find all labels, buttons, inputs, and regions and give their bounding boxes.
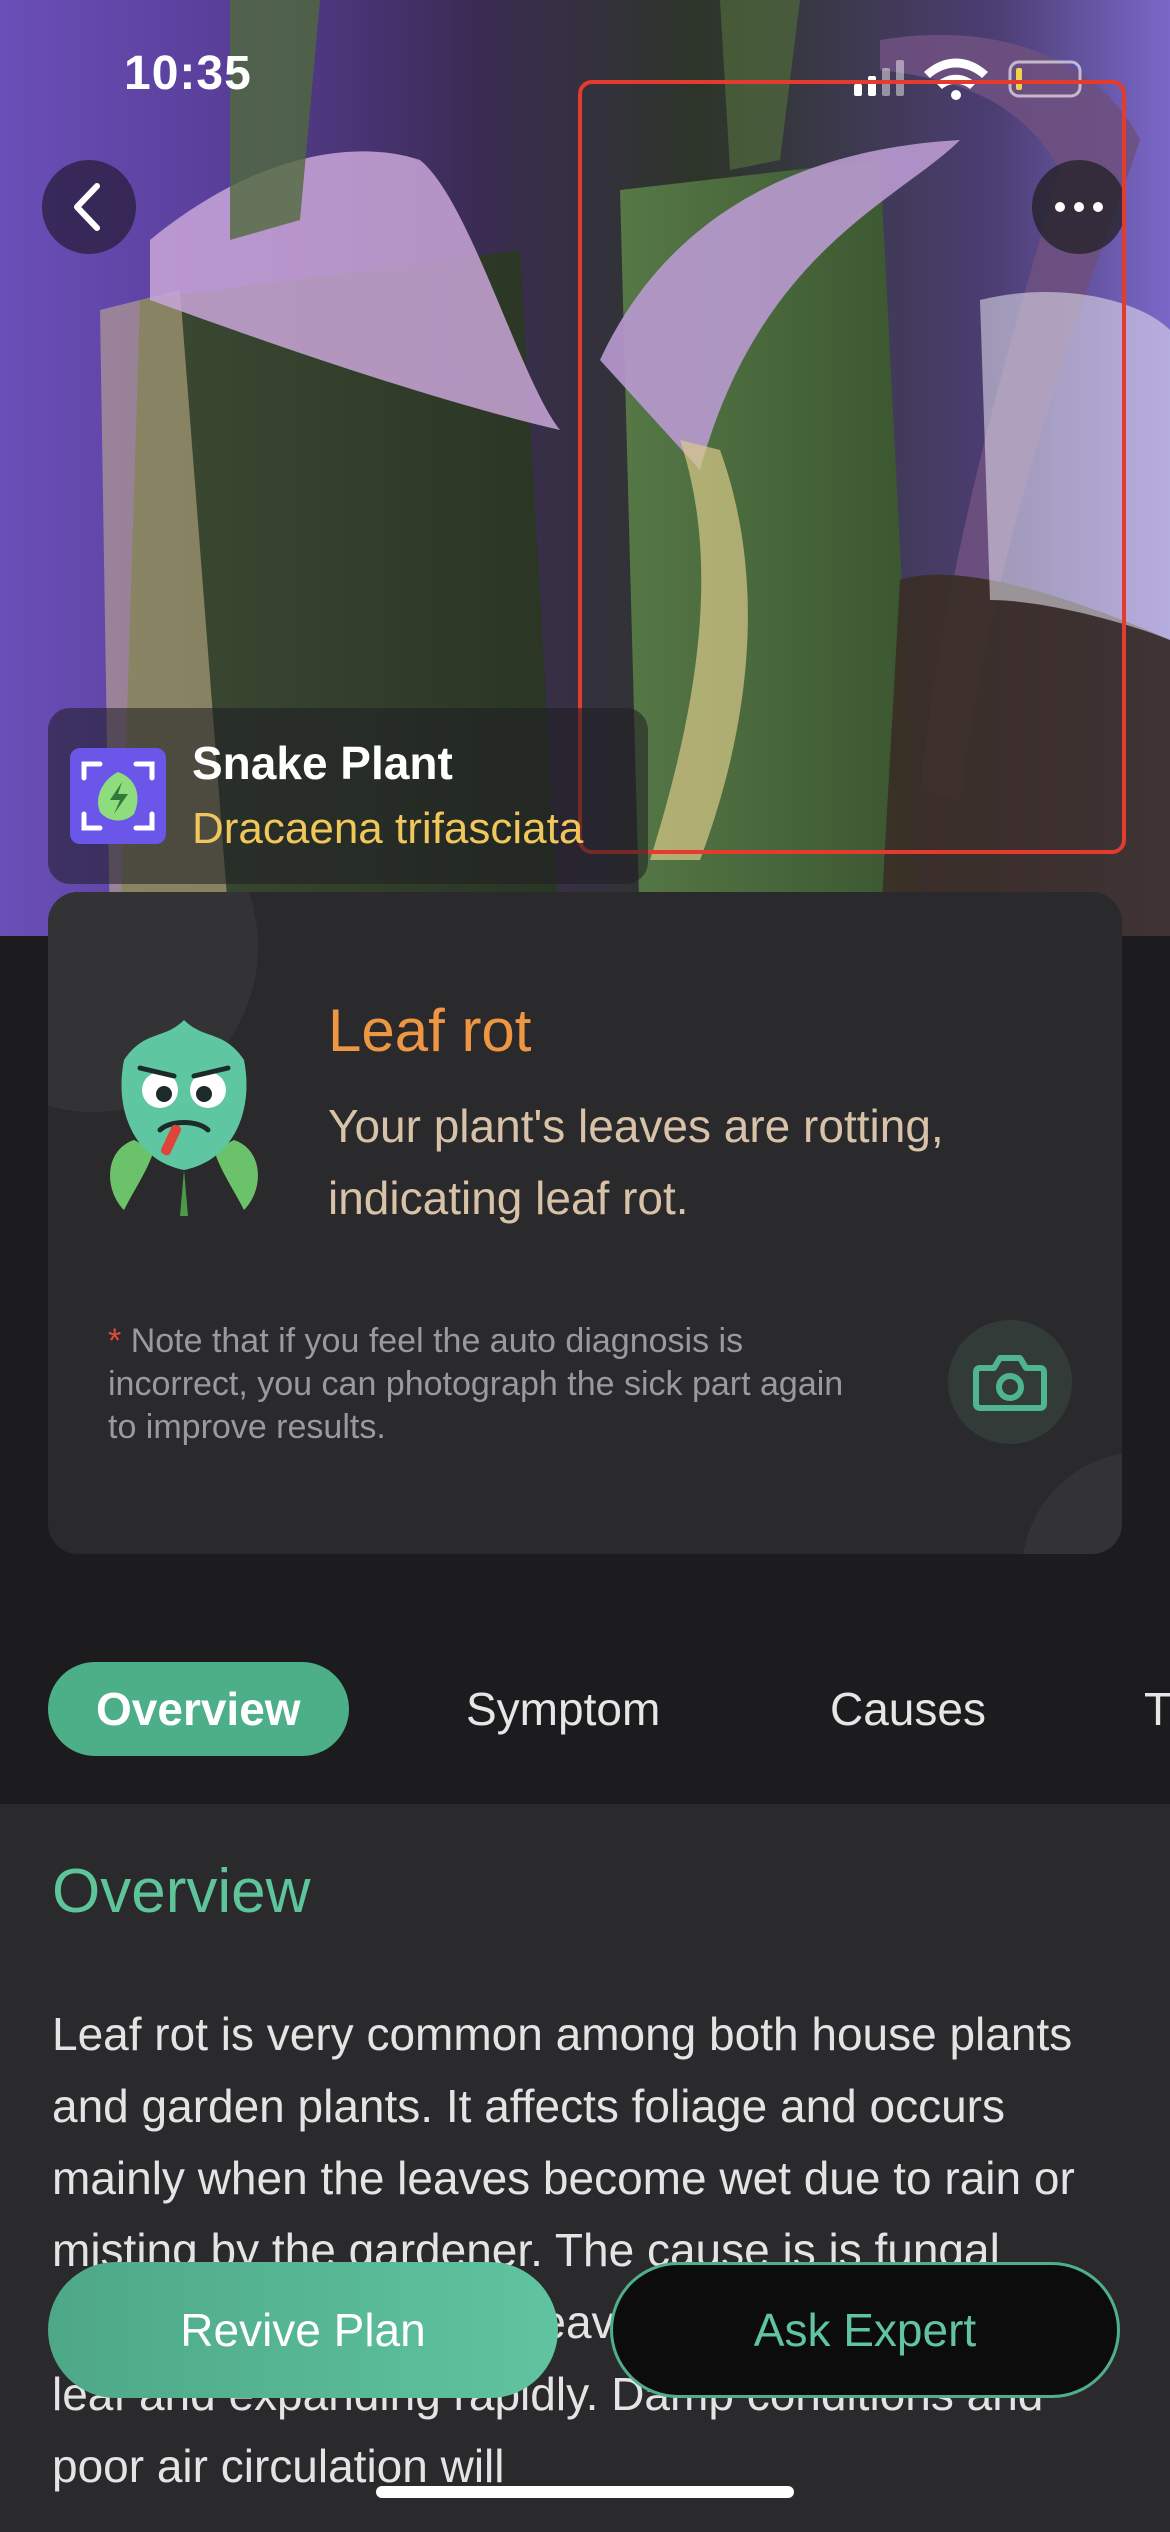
- tab-symptom[interactable]: Symptom: [466, 1662, 660, 1756]
- revive-plan-button[interactable]: Revive Plan: [48, 2262, 558, 2398]
- tab-more[interactable]: T: [1144, 1662, 1170, 1756]
- detection-box: [578, 80, 1126, 854]
- camera-icon: [973, 1355, 1047, 1411]
- plant-name: Snake Plant: [192, 737, 453, 789]
- overview-title: Overview: [52, 1857, 311, 1926]
- home-indicator[interactable]: [376, 2486, 794, 2498]
- back-button[interactable]: [42, 160, 136, 254]
- ask-expert-button[interactable]: Ask Expert: [610, 2262, 1120, 2398]
- retake-photo-button[interactable]: [948, 1320, 1072, 1444]
- overview-text: Leaf rot is very common among both house…: [52, 2008, 1086, 2492]
- note-asterisk: *: [108, 1322, 122, 1360]
- sick-plant-mascot-icon: [104, 1020, 264, 1216]
- plant-scientific-name: Dracaena trifasciata: [192, 804, 584, 853]
- card-decoration: [1022, 1452, 1122, 1554]
- diagnosis-title: Leaf rot: [328, 997, 532, 1064]
- diagnosis-description: Your plant's leaves are rotting, indicat…: [328, 1100, 944, 1224]
- status-time: 10:35: [124, 47, 252, 100]
- diagnosis-note: * Note that if you feel the auto diagnos…: [108, 1320, 868, 1449]
- tab-causes[interactable]: Causes: [830, 1662, 986, 1756]
- plant-scan-icon: [70, 748, 166, 844]
- chevron-left-icon: [74, 183, 100, 231]
- note-text: Note that if you feel the auto diagnosis…: [108, 1322, 844, 1446]
- tab-overview[interactable]: Overview: [48, 1662, 349, 1756]
